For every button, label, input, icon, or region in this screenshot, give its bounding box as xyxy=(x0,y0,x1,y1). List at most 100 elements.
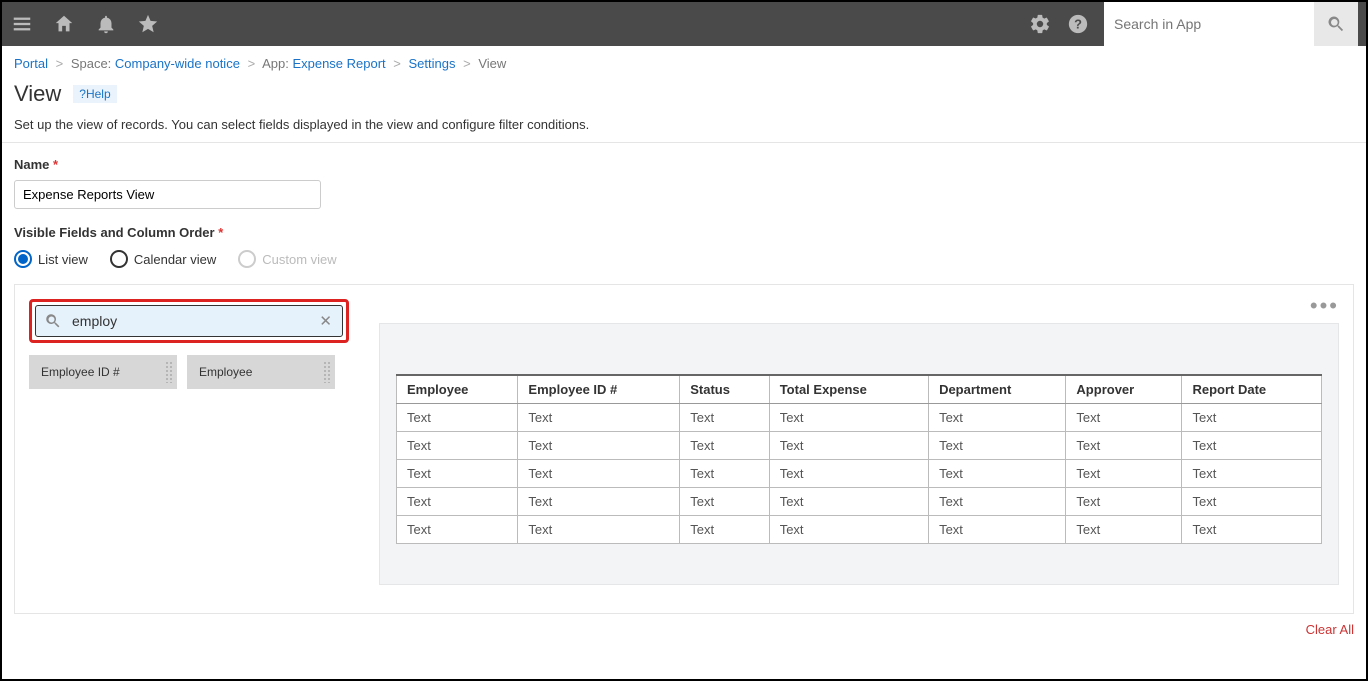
fields-panel: ✕ Employee ID # Employee ••• EmployeeEmp… xyxy=(14,284,1354,614)
visible-fields-label: Visible Fields and Column Order * xyxy=(14,225,1354,240)
search-icon xyxy=(1326,14,1346,34)
field-search-highlight: ✕ xyxy=(29,299,349,343)
radio-list-view[interactable]: List view xyxy=(14,250,88,268)
table-cell: Text xyxy=(1066,404,1182,432)
table-cell: Text xyxy=(929,516,1066,544)
star-icon[interactable] xyxy=(136,12,160,36)
table-cell: Text xyxy=(518,516,680,544)
table-cell: Text xyxy=(929,404,1066,432)
column-header[interactable]: Status xyxy=(680,375,769,404)
column-header[interactable]: Report Date xyxy=(1182,375,1322,404)
breadcrumb-app-link[interactable]: Expense Report xyxy=(292,56,385,71)
breadcrumb-space-link[interactable]: Company-wide notice xyxy=(115,56,240,71)
table-cell: Text xyxy=(1066,488,1182,516)
breadcrumb-current: View xyxy=(478,56,506,71)
radio-calendar-view[interactable]: Calendar view xyxy=(110,250,216,268)
table-row: TextTextTextTextTextTextText xyxy=(397,432,1322,460)
required-mark: * xyxy=(53,157,58,172)
table-cell: Text xyxy=(680,432,769,460)
column-header[interactable]: Employee ID # xyxy=(518,375,680,404)
table-cell: Text xyxy=(680,404,769,432)
bell-icon[interactable] xyxy=(94,12,118,36)
svg-text:?: ? xyxy=(1074,17,1082,32)
help-icon[interactable]: ? xyxy=(1066,12,1090,36)
preview-column: ••• EmployeeEmployee ID #StatusTotal Exp… xyxy=(379,299,1339,599)
field-chip[interactable]: Employee ID # xyxy=(29,355,177,389)
home-icon[interactable] xyxy=(52,12,76,36)
table-cell: Text xyxy=(397,404,518,432)
topbar-left xyxy=(10,12,160,36)
table-cell: Text xyxy=(1066,516,1182,544)
column-header[interactable]: Employee xyxy=(397,375,518,404)
page-header: View ?Help Set up the view of records. Y… xyxy=(2,77,1366,143)
breadcrumb-sep: > xyxy=(56,56,64,71)
topbar-right: ? xyxy=(1028,2,1358,46)
table-cell: Text xyxy=(397,432,518,460)
breadcrumb-sep: > xyxy=(248,56,256,71)
app-search-button[interactable] xyxy=(1314,2,1358,46)
search-icon xyxy=(44,312,62,330)
radio-label: List view xyxy=(38,252,88,267)
radio-custom-view: Custom view xyxy=(238,250,336,268)
table-cell: Text xyxy=(769,488,928,516)
table-cell: Text xyxy=(397,516,518,544)
view-type-radios: List view Calendar view Custom view xyxy=(14,250,1354,268)
breadcrumb-sep: > xyxy=(463,56,471,71)
breadcrumb-app-label: App: xyxy=(262,56,289,71)
view-name-input[interactable] xyxy=(14,180,321,209)
gear-icon[interactable] xyxy=(1028,12,1052,36)
field-chip-row: Employee ID # Employee xyxy=(29,355,349,389)
table-cell: Text xyxy=(518,404,680,432)
table-row: TextTextTextTextTextTextText xyxy=(397,516,1322,544)
table-cell: Text xyxy=(680,516,769,544)
radio-icon xyxy=(110,250,128,268)
table-cell: Text xyxy=(769,516,928,544)
breadcrumb-settings[interactable]: Settings xyxy=(409,56,456,71)
app-search-input[interactable] xyxy=(1104,2,1314,46)
visible-fields-section: Visible Fields and Column Order * List v… xyxy=(2,225,1366,268)
column-header[interactable]: Department xyxy=(929,375,1066,404)
field-search-input[interactable] xyxy=(72,313,317,329)
clear-search-icon[interactable]: ✕ xyxy=(317,312,334,330)
table-cell: Text xyxy=(769,404,928,432)
table-cell: Text xyxy=(1182,488,1322,516)
table-cell: Text xyxy=(1182,404,1322,432)
breadcrumb-space-label: Space: xyxy=(71,56,111,71)
table-row: TextTextTextTextTextTextText xyxy=(397,488,1322,516)
table-cell: Text xyxy=(397,488,518,516)
radio-label: Calendar view xyxy=(134,252,216,267)
radio-icon xyxy=(14,250,32,268)
table-cell: Text xyxy=(1066,432,1182,460)
preview-area: EmployeeEmployee ID #StatusTotal Expense… xyxy=(379,323,1339,585)
table-row: TextTextTextTextTextTextText xyxy=(397,404,1322,432)
table-cell: Text xyxy=(1182,460,1322,488)
table-cell: Text xyxy=(769,460,928,488)
more-options-icon[interactable]: ••• xyxy=(1310,293,1339,319)
field-search-box: ✕ xyxy=(35,305,343,337)
radio-label: Custom view xyxy=(262,252,336,267)
breadcrumb-sep: > xyxy=(393,56,401,71)
menu-icon[interactable] xyxy=(10,12,34,36)
table-cell: Text xyxy=(929,432,1066,460)
breadcrumb-portal[interactable]: Portal xyxy=(14,56,48,71)
page-title: View xyxy=(14,81,61,107)
table-cell: Text xyxy=(397,460,518,488)
clear-all-link[interactable]: Clear All xyxy=(2,614,1366,637)
table-cell: Text xyxy=(769,432,928,460)
table-row: TextTextTextTextTextTextText xyxy=(397,460,1322,488)
field-chip[interactable]: Employee xyxy=(187,355,335,389)
column-header[interactable]: Approver xyxy=(1066,375,1182,404)
name-section: Name * xyxy=(2,157,1366,225)
help-link[interactable]: ?Help xyxy=(73,85,116,103)
table-cell: Text xyxy=(929,460,1066,488)
table-cell: Text xyxy=(929,488,1066,516)
table-cell: Text xyxy=(1182,516,1322,544)
table-cell: Text xyxy=(680,488,769,516)
column-header[interactable]: Total Expense xyxy=(769,375,928,404)
page-description: Set up the view of records. You can sele… xyxy=(14,117,1354,132)
table-cell: Text xyxy=(680,460,769,488)
app-search xyxy=(1104,2,1358,46)
required-mark: * xyxy=(218,225,223,240)
table-cell: Text xyxy=(518,488,680,516)
table-cell: Text xyxy=(1066,460,1182,488)
